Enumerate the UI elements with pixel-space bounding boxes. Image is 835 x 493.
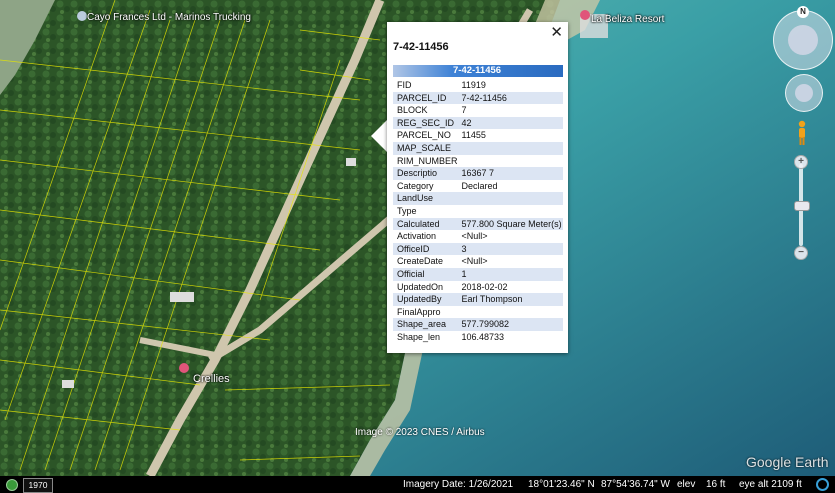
attribute-value: 3 bbox=[457, 242, 563, 256]
attribute-key: Type bbox=[397, 205, 417, 216]
attribute-row: FinalAppro bbox=[393, 306, 563, 319]
historical-year-button[interactable]: 1970 bbox=[23, 478, 53, 493]
elevation-label: elev bbox=[677, 479, 696, 490]
attribute-row: Shape_len 106.48733 bbox=[393, 331, 563, 344]
attribute-value: 16367 7 bbox=[457, 167, 563, 180]
attribute-value: 11919 bbox=[461, 80, 486, 90]
attribute-key: CreateDate bbox=[397, 256, 444, 267]
attribute-value: 7-42-11456 bbox=[457, 91, 563, 105]
popup-title: 7-42-11456 bbox=[393, 41, 449, 53]
attribute-value: 42 bbox=[457, 116, 563, 130]
attribute-row: Official 1 bbox=[393, 267, 563, 281]
attribute-row: FID 11919 bbox=[393, 79, 563, 92]
attribute-value: 7 bbox=[461, 105, 467, 116]
attribute-key: REG_SEC_ID bbox=[393, 116, 458, 130]
attribute-row: MAP_SCALE bbox=[393, 141, 563, 155]
place-pin-icon[interactable] bbox=[179, 363, 189, 373]
attribute-value: 577.800 Square Meter(s) bbox=[457, 217, 563, 231]
attribute-value: 11455 bbox=[461, 130, 486, 141]
place-pin-icon[interactable] bbox=[77, 11, 87, 21]
attribute-value: <Null> bbox=[461, 231, 488, 242]
parcel-info-balloon: ✕ 7-42-11456 7-42-11456 FID 11919 PARCEL_I… bbox=[387, 22, 568, 353]
latitude-readout: 18°01'23.46" N bbox=[528, 479, 595, 490]
attribute-key: MAP_SCALE bbox=[393, 141, 458, 155]
attribute-key: UpdatedBy bbox=[393, 293, 458, 306]
attribute-row: Calculated 577.800 Square Meter(s) bbox=[393, 217, 563, 231]
attribute-key: UpdatedOn bbox=[397, 281, 444, 292]
attribute-row: Descriptio 16367 7 bbox=[393, 167, 563, 180]
status-bar: Imagery Date: 1/26/2021 18°01'23.46" N 8… bbox=[0, 476, 835, 493]
compass-control[interactable]: N bbox=[773, 6, 833, 70]
attribute-key: Descriptio bbox=[393, 167, 458, 180]
attribute-key: Official bbox=[393, 267, 458, 281]
attribute-key: BLOCK bbox=[397, 105, 428, 116]
pegman-icon[interactable] bbox=[796, 120, 808, 146]
attribute-value: Declared bbox=[461, 180, 498, 191]
google-earth-watermark: Google Earth bbox=[746, 454, 829, 470]
attribute-row: PARCEL_ID 7-42-11456 bbox=[393, 91, 563, 105]
close-icon[interactable]: ✕ bbox=[550, 23, 563, 41]
attribute-row: OfficeID 3 bbox=[393, 242, 563, 256]
attribute-key: Calculated bbox=[393, 217, 458, 231]
streaming-status-icon bbox=[816, 478, 829, 491]
north-indicator[interactable]: N bbox=[797, 6, 809, 18]
attribute-row: UpdatedBy Earl Thompson bbox=[393, 293, 563, 306]
attribute-value: 2018-02-02 bbox=[461, 281, 508, 292]
attribute-value: 577.799082 bbox=[457, 318, 563, 331]
attribute-value bbox=[458, 205, 563, 218]
look-around-icon[interactable] bbox=[788, 25, 818, 55]
attribute-key: FinalAppro bbox=[397, 306, 441, 317]
attribute-row: Shape_area 577.799082 bbox=[393, 318, 563, 331]
attribute-value bbox=[458, 306, 563, 319]
attribute-key: Category bbox=[397, 180, 434, 191]
attribute-key: PARCEL_ID bbox=[393, 91, 458, 105]
place-label-marinos-trucking[interactable]: Cayo Frances Ltd - Marinos Trucking bbox=[87, 12, 251, 23]
attribute-row: BLOCK 7 bbox=[393, 104, 563, 117]
attribute-row: Type bbox=[393, 205, 563, 218]
zoom-slider-thumb[interactable] bbox=[794, 201, 810, 211]
longitude-readout: 87°54'36.74" W bbox=[601, 479, 670, 490]
attribute-row: RIM_NUMBER bbox=[393, 155, 563, 168]
attribute-value: 1 bbox=[457, 267, 563, 281]
eye-altitude: eye alt 2109 ft bbox=[739, 479, 802, 490]
elevation-value: 16 ft bbox=[706, 479, 726, 490]
attribute-value bbox=[457, 192, 563, 205]
attribute-row: REG_SEC_ID 42 bbox=[393, 116, 563, 130]
move-control[interactable] bbox=[785, 74, 823, 112]
attribute-row: LandUse bbox=[393, 192, 563, 205]
attribute-value: 106.48733 bbox=[461, 331, 505, 342]
popup-pointer bbox=[371, 120, 387, 152]
popup-table-header: 7-42-11456 bbox=[393, 65, 563, 77]
attribute-key: Activation bbox=[397, 231, 437, 242]
zoom-out-button[interactable]: − bbox=[794, 246, 808, 260]
attribute-key: PARCEL_NO bbox=[397, 130, 451, 141]
attribute-value bbox=[457, 141, 563, 155]
historical-imagery-icon[interactable] bbox=[6, 479, 18, 491]
place-pin-icon[interactable] bbox=[580, 10, 590, 20]
imagery-date: Imagery Date: 1/26/2021 bbox=[403, 479, 514, 490]
move-icon[interactable] bbox=[795, 84, 813, 102]
attribute-key: RIM_NUMBER bbox=[397, 155, 458, 166]
attribute-row: Activation <Null> bbox=[393, 230, 563, 243]
imagery-copyright: Image © 2023 CNES / Airbus bbox=[355, 427, 485, 438]
attribute-value bbox=[458, 155, 563, 168]
attribute-key: LandUse bbox=[393, 192, 458, 205]
attribute-value: Earl Thompson bbox=[457, 293, 563, 306]
attribute-row: PARCEL_NO 11455 bbox=[393, 129, 563, 142]
attribute-key: Shape_area bbox=[393, 318, 458, 331]
place-label-crellies[interactable]: Crellies bbox=[193, 373, 230, 385]
attribute-table: FID 11919 PARCEL_ID 7-42-11456 BLOCK 7 REG_SEC… bbox=[393, 79, 563, 343]
attribute-value: <Null> bbox=[461, 256, 488, 267]
zoom-in-button[interactable]: + bbox=[794, 155, 808, 169]
attribute-key: FID bbox=[397, 80, 412, 90]
attribute-key: Shape_len bbox=[397, 331, 441, 342]
place-label-la-beliza-resort[interactable]: La Beliza Resort bbox=[591, 14, 664, 25]
attribute-row: CreateDate <Null> bbox=[393, 255, 563, 268]
attribute-key: OfficeID bbox=[393, 242, 458, 256]
attribute-row: Category Declared bbox=[393, 180, 563, 193]
attribute-row: UpdatedOn 2018-02-02 bbox=[393, 281, 563, 294]
